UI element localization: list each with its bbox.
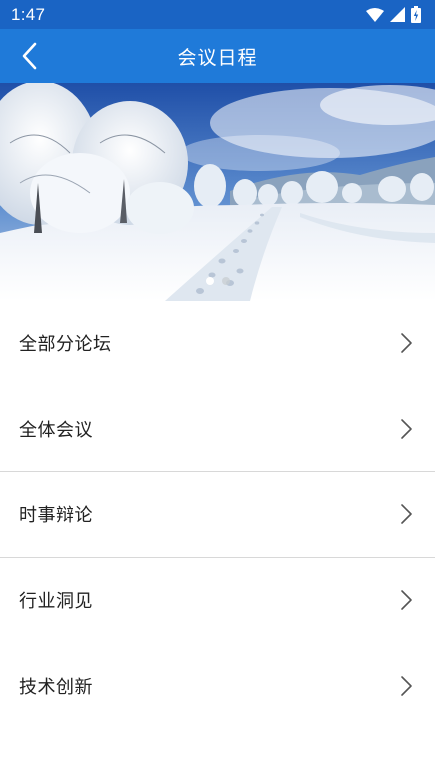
chevron-right-icon (401, 333, 412, 354)
chevron-right-icon (401, 675, 412, 696)
menu-item-label: 时事辩论 (19, 505, 93, 527)
page-title: 会议日程 (177, 46, 258, 69)
battery-icon (411, 6, 421, 23)
menu-item-industry-insight[interactable]: 行业洞见 (0, 558, 435, 644)
cell-signal-icon (390, 7, 405, 22)
menu-item-all-forums[interactable]: 全部分论坛 (0, 301, 435, 387)
carousel-indicator (0, 277, 435, 285)
menu-item-label: 全体会议 (19, 419, 93, 441)
back-button[interactable] (8, 35, 50, 77)
status-icons (366, 6, 421, 23)
menu-item-debate[interactable]: 时事辩论 (0, 472, 435, 558)
snowy-landscape-image (0, 83, 435, 301)
menu-item-tech-innovation[interactable]: 技术创新 (0, 643, 435, 729)
chevron-right-icon (401, 419, 412, 439)
menu-item-label: 技术创新 (19, 676, 93, 698)
carousel-dot-active[interactable] (205, 277, 214, 285)
menu-item-label: 全部分论坛 (19, 334, 112, 356)
status-bar: 1:47 (0, 0, 435, 29)
menu-item-label: 行业洞见 (19, 591, 93, 613)
chevron-left-icon (22, 42, 37, 70)
banner-carousel[interactable] (0, 83, 435, 301)
status-time: 1:47 (11, 4, 46, 24)
app-bar: 会议日程 (0, 29, 435, 83)
menu-item-plenary[interactable]: 全体会议 (0, 387, 435, 473)
chevron-right-icon (401, 590, 412, 610)
schedule-menu: 全部分论坛 全体会议 时事辩论 行业洞见 技术创新 (0, 301, 435, 729)
chevron-right-icon (401, 504, 412, 525)
wifi-icon (366, 7, 384, 22)
carousel-dot[interactable] (221, 277, 230, 285)
